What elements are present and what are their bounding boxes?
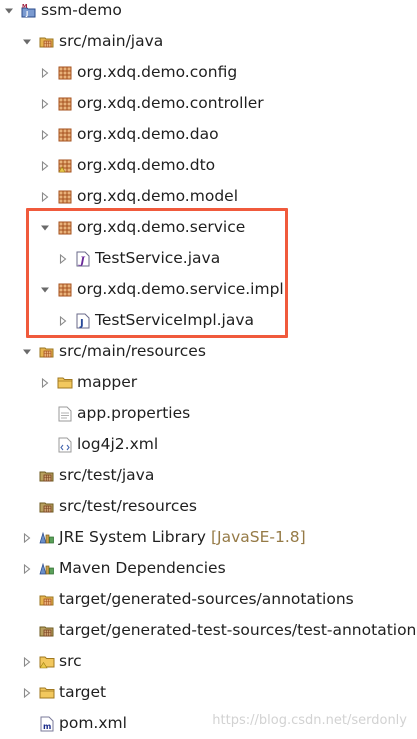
collapse-toggle-icon[interactable] bbox=[38, 97, 52, 111]
tree-item-label: org.xdq.demo.dto bbox=[77, 155, 216, 174]
tree-item[interactable]: app.properties bbox=[0, 398, 417, 429]
tree-item-label: mapper bbox=[77, 372, 138, 391]
collapse-toggle-icon[interactable] bbox=[20, 562, 34, 576]
tree-item[interactable]: log4j2.xml bbox=[0, 429, 417, 460]
tree-item-label: log4j2.xml bbox=[77, 434, 159, 453]
tree-item-decoration: [JavaSE-1.8] bbox=[211, 527, 306, 546]
tree-item[interactable]: src/test/resources bbox=[0, 491, 417, 522]
tree-item[interactable]: org.xdq.demo.dto bbox=[0, 150, 417, 181]
tree-item-label: target bbox=[59, 682, 107, 701]
source-folder-icon-empty bbox=[39, 468, 55, 484]
maven-pom-icon: m bbox=[39, 716, 55, 732]
tree-item-label: src/test/java bbox=[59, 465, 155, 484]
tree-item[interactable]: target/generated-sources/annotations bbox=[0, 584, 417, 615]
tree-item-label: org.xdq.demo.dao bbox=[77, 124, 219, 143]
tree-item-label: org.xdq.demo.controller bbox=[77, 93, 264, 112]
tree-item-label: src/main/resources bbox=[59, 341, 206, 360]
tree-item[interactable]: target bbox=[0, 677, 417, 708]
svg-text:J: J bbox=[25, 10, 28, 17]
folder-icon bbox=[39, 685, 55, 701]
tree-item-label: pom.xml bbox=[59, 713, 127, 732]
tree-item-label: src/main/java bbox=[59, 31, 164, 50]
expand-toggle-icon[interactable] bbox=[20, 35, 34, 49]
source-folder-icon-empty bbox=[39, 499, 55, 515]
highlight-box bbox=[26, 208, 288, 338]
collapse-toggle-icon[interactable] bbox=[38, 190, 52, 204]
svg-text:M: M bbox=[22, 4, 27, 10]
tree-item[interactable]: Maven Dependencies bbox=[0, 553, 417, 584]
tree-item[interactable]: org.xdq.demo.controller bbox=[0, 88, 417, 119]
collapse-toggle-icon[interactable] bbox=[38, 159, 52, 173]
expand-toggle-icon[interactable] bbox=[2, 4, 16, 18]
toggle-spacer bbox=[38, 407, 52, 421]
toggle-spacer bbox=[38, 438, 52, 452]
tree-item[interactable]: target/generated-test-sources/test-annot… bbox=[0, 615, 417, 646]
properties-file-icon bbox=[57, 406, 73, 422]
xml-file-icon bbox=[57, 437, 73, 453]
toggle-spacer bbox=[20, 717, 34, 731]
tree-item[interactable]: src/main/java bbox=[0, 26, 417, 57]
collapse-toggle-icon[interactable] bbox=[20, 655, 34, 669]
source-folder-icon bbox=[39, 344, 55, 360]
tree-item[interactable]: org.xdq.demo.config bbox=[0, 57, 417, 88]
tree-item[interactable]: src bbox=[0, 646, 417, 677]
collapse-toggle-icon[interactable] bbox=[20, 531, 34, 545]
tree-item[interactable]: src/main/resources bbox=[0, 336, 417, 367]
tree-item-label: org.xdq.demo.config bbox=[77, 62, 238, 81]
toggle-spacer bbox=[20, 593, 34, 607]
source-folder-icon bbox=[39, 592, 55, 608]
tree-item[interactable]: org.xdq.demo.dao bbox=[0, 119, 417, 150]
tree-item-label: target/generated-test-sources/test-annot… bbox=[59, 620, 417, 639]
package-icon bbox=[57, 127, 73, 143]
expand-toggle-icon[interactable] bbox=[20, 345, 34, 359]
tree-item-label: ssm-demo bbox=[41, 0, 122, 19]
package-icon bbox=[57, 189, 73, 205]
tree-item[interactable]: src/test/java bbox=[0, 460, 417, 491]
tree-item-label: JRE System Library bbox=[59, 527, 206, 546]
tree-item[interactable]: M Jssm-demo bbox=[0, 0, 417, 26]
collapse-toggle-icon[interactable] bbox=[20, 686, 34, 700]
collapse-toggle-icon[interactable] bbox=[38, 66, 52, 80]
library-icon bbox=[39, 530, 55, 546]
source-folder-icon bbox=[39, 34, 55, 50]
toggle-spacer bbox=[20, 469, 34, 483]
package-icon bbox=[57, 96, 73, 112]
package-icon bbox=[57, 65, 73, 81]
toggle-spacer bbox=[20, 500, 34, 514]
svg-text:m: m bbox=[43, 722, 51, 731]
library-icon bbox=[39, 561, 55, 577]
watermark: https://blog.csdn.net/serdonly bbox=[212, 713, 407, 728]
tree-item-label: app.properties bbox=[77, 403, 191, 422]
folder-icon bbox=[57, 375, 73, 391]
tree-item-label: org.xdq.demo.model bbox=[77, 186, 239, 205]
tree-item-label: target/generated-sources/annotations bbox=[59, 589, 354, 608]
tree-item-label: src/test/resources bbox=[59, 496, 197, 515]
collapse-toggle-icon[interactable] bbox=[38, 128, 52, 142]
tree-item-label: src bbox=[59, 651, 82, 670]
maven-project-icon: MJ bbox=[21, 3, 37, 19]
package-icon-warning bbox=[57, 158, 73, 174]
source-folder-icon-empty bbox=[39, 623, 55, 639]
folder-icon-warning bbox=[39, 654, 55, 670]
tree-item[interactable]: mapper bbox=[0, 367, 417, 398]
collapse-toggle-icon[interactable] bbox=[38, 376, 52, 390]
tree-item-label: Maven Dependencies bbox=[59, 558, 226, 577]
toggle-spacer bbox=[20, 624, 34, 638]
tree-item[interactable]: JRE System Library [JavaSE-1.8] bbox=[0, 522, 417, 553]
